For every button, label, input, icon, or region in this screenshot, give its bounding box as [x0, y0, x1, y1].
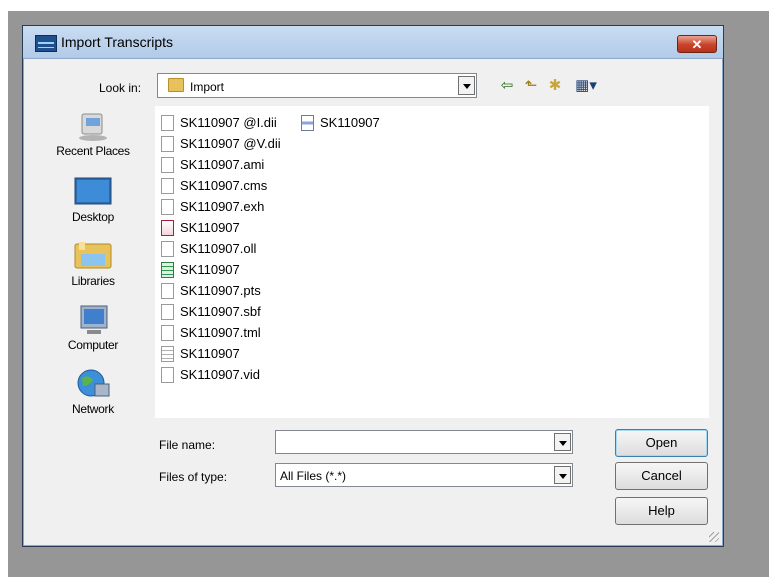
list-item[interactable]: SK110907.cms — [161, 176, 267, 196]
resize-grip[interactable] — [709, 532, 719, 542]
files-of-type-label: Files of type: — [159, 470, 228, 484]
network-icon — [77, 369, 110, 397]
place-computer[interactable]: Computer — [33, 304, 153, 352]
place-label: Computer — [67, 338, 119, 352]
chevron-down-icon[interactable] — [554, 466, 571, 484]
list-item[interactable]: SK110907 — [161, 260, 240, 280]
back-icon[interactable]: ⇦ — [497, 78, 517, 94]
place-network[interactable]: Network — [33, 368, 153, 416]
list-item[interactable]: SK110907.pts — [161, 281, 261, 301]
file-name-combobox[interactable] — [275, 430, 573, 454]
file-icon — [161, 114, 174, 131]
list-item[interactable]: SK110907 — [161, 344, 240, 364]
dialog-title: Import Transcripts — [61, 34, 174, 50]
computer-icon — [80, 305, 108, 334]
list-item[interactable]: SK110907 @I.dii — [161, 113, 277, 133]
list-item[interactable]: SK110907.vid — [161, 365, 260, 385]
import-dialog: Import Transcripts ✕ Look in: Import ⇦ ⬑… — [22, 25, 724, 547]
file-icon — [161, 135, 174, 152]
list-item[interactable]: SK110907.oll — [161, 239, 256, 259]
file-icon — [161, 240, 174, 257]
list-item[interactable]: SK110907 @V.dii — [161, 134, 281, 154]
place-label: Desktop — [72, 210, 114, 224]
up-folder-icon[interactable]: ⬑ — [521, 78, 541, 94]
new-folder-icon[interactable]: ✱ — [545, 78, 565, 94]
list-item[interactable]: SK110907 — [161, 218, 240, 238]
files-of-type-value: All Files (*.*) — [280, 469, 347, 483]
list-item[interactable]: SK110907 — [301, 113, 380, 133]
folder-icon — [168, 78, 184, 92]
list-item[interactable]: SK110907.tml — [161, 323, 261, 343]
files-of-type-combobox[interactable]: All Files (*.*) — [275, 463, 573, 487]
view-menu-icon[interactable]: ▦▾ — [569, 78, 603, 94]
place-libraries[interactable]: Libraries — [33, 240, 153, 288]
file-icon — [161, 366, 174, 383]
recent-places-icon — [79, 113, 107, 141]
place-desktop[interactable]: Desktop — [33, 176, 153, 224]
list-item[interactable]: SK110907.ami — [161, 155, 264, 175]
close-button[interactable]: ✕ — [677, 35, 717, 53]
file-icon — [161, 156, 174, 173]
open-button[interactable]: Open — [615, 429, 708, 457]
look-in-combobox[interactable]: Import — [157, 73, 477, 98]
title-bar[interactable]: Import Transcripts ✕ — [23, 26, 723, 59]
file-icon — [161, 177, 174, 194]
place-label: Network — [72, 402, 114, 416]
look-in-value: Import — [190, 80, 225, 94]
cancel-button[interactable]: Cancel — [615, 462, 708, 490]
places-bar: Recent Places Desktop Libraries Computer… — [23, 104, 155, 434]
libraries-icon — [74, 242, 112, 269]
text-file-icon — [161, 345, 174, 362]
place-label: Recent Places — [56, 144, 130, 158]
file-icon — [161, 282, 174, 299]
file-name-label: File name: — [159, 438, 216, 452]
settings-file-icon — [301, 114, 314, 131]
place-recent-places[interactable]: Recent Places — [33, 110, 153, 158]
file-icon — [161, 198, 174, 215]
file-icon — [161, 303, 174, 320]
help-button[interactable]: Help — [615, 497, 708, 525]
app-icon — [35, 35, 57, 52]
pdf-file-icon — [161, 219, 174, 236]
list-item[interactable]: SK110907.exh — [161, 197, 264, 217]
chevron-down-icon[interactable] — [458, 76, 475, 95]
list-item[interactable]: SK110907.sbf — [161, 302, 261, 322]
file-icon — [161, 324, 174, 341]
desktop-icon — [74, 177, 112, 205]
spreadsheet-file-icon — [161, 261, 174, 278]
chevron-down-icon[interactable] — [554, 433, 571, 451]
file-list[interactable]: SK110907 @I.dii SK110907 @V.dii SK110907… — [155, 106, 709, 418]
look-in-label: Look in: — [99, 81, 142, 95]
file-name-input[interactable] — [278, 433, 552, 451]
place-label: Libraries — [71, 274, 115, 288]
